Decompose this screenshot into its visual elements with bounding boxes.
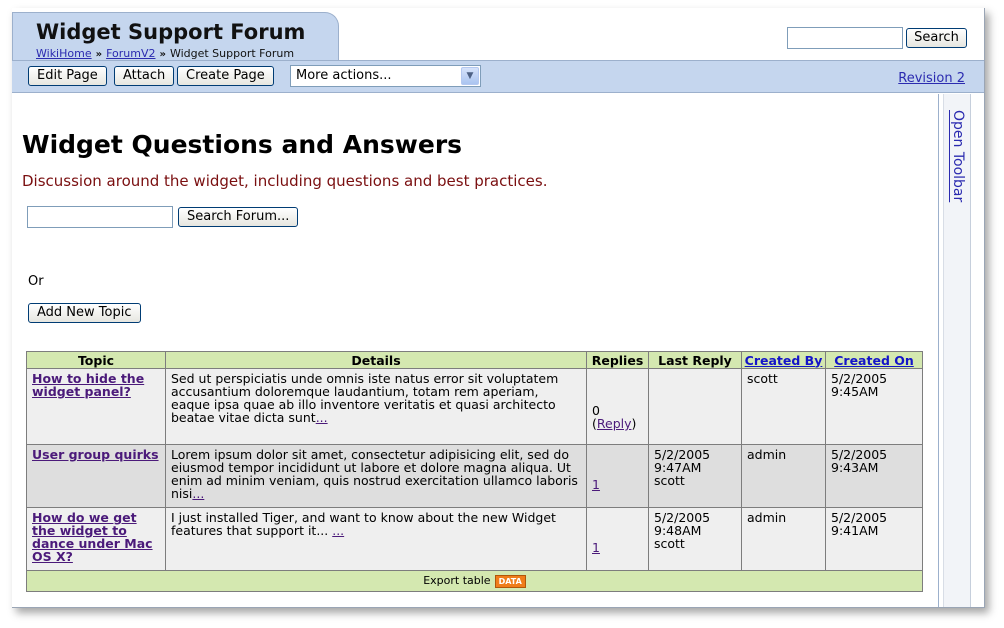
details-text: Lorem ipsum dolor sit amet, consectetur … bbox=[171, 447, 578, 501]
details-cell: Lorem ipsum dolor sit amet, consectetur … bbox=[165, 444, 587, 508]
details-text: I just installed Tiger, and want to know… bbox=[171, 510, 556, 538]
edit-page-button[interactable]: Edit Page bbox=[28, 66, 107, 86]
topic-cell: How to hide the widget panel? bbox=[26, 368, 166, 445]
add-new-topic-button[interactable]: Add New Topic bbox=[28, 303, 141, 323]
sort-created-on-link[interactable]: Created On bbox=[834, 353, 914, 368]
title-tab: Widget Support Forum WikiHome» ForumV2» Wi… bbox=[12, 12, 339, 60]
col-header-replies: Replies bbox=[586, 351, 649, 369]
replies-cell: 1 bbox=[586, 507, 649, 571]
page-toolbar: Edit Page Attach Create Page More action… bbox=[12, 60, 984, 93]
details-cell: I just installed Tiger, and want to know… bbox=[165, 507, 587, 571]
created-by-cell: admin bbox=[741, 444, 826, 508]
created-on-cell: 5/2/2005 9:43AM bbox=[825, 444, 923, 508]
export-label: Export table bbox=[423, 574, 491, 588]
wiki-window: Widget Support Forum WikiHome» ForumV2» Wi… bbox=[12, 8, 985, 608]
col-header-topic: Topic bbox=[26, 351, 166, 369]
more-actions-select[interactable]: More actions... ▼ bbox=[290, 65, 481, 87]
breadcrumb-forumv2[interactable]: ForumV2 bbox=[106, 47, 155, 60]
page-title: Widget Questions and Answers bbox=[22, 130, 463, 159]
topic-link[interactable]: How to hide the widget panel? bbox=[32, 371, 144, 399]
reply-link[interactable]: Reply bbox=[597, 416, 632, 431]
breadcrumb-current: Widget Support Forum bbox=[169, 47, 295, 60]
topic-cell: How do we get the widget to dance under … bbox=[26, 507, 166, 571]
export-cell: Export table DATA bbox=[26, 570, 923, 592]
sort-created-by-link[interactable]: Created By bbox=[745, 353, 823, 368]
site-search-input[interactable] bbox=[787, 27, 903, 49]
details-text: Sed ut perspiciatis unde omnis iste natu… bbox=[171, 371, 559, 425]
data-export-icon[interactable]: DATA bbox=[494, 574, 526, 588]
breadcrumb: WikiHome» ForumV2» Widget Support Forum bbox=[36, 47, 294, 60]
table-row: How do we get the widget to dance under … bbox=[26, 507, 923, 571]
or-label: Or bbox=[28, 274, 44, 289]
replies-cell: 0 (Reply) bbox=[586, 368, 649, 445]
page-description: Discussion around the widget, including … bbox=[22, 172, 548, 190]
forum-search-input[interactable] bbox=[27, 206, 173, 228]
topic-cell: User group quirks bbox=[26, 444, 166, 508]
chevron-down-icon[interactable]: ▼ bbox=[461, 67, 479, 85]
topic-link[interactable]: User group quirks bbox=[32, 447, 159, 462]
replies-cell: 1 bbox=[586, 444, 649, 508]
table-header-row: Topic Details Replies Last Reply Created… bbox=[26, 351, 923, 369]
breadcrumb-separator-icon: » bbox=[159, 49, 166, 60]
open-toolbar-link[interactable]: Open Toolbar bbox=[950, 110, 966, 202]
details-cell: Sed ut perspiciatis unde omnis iste natu… bbox=[165, 368, 587, 445]
table-footer-row: Export table DATA bbox=[26, 570, 923, 592]
main-content: Widget Questions and Answers Discussion … bbox=[12, 94, 938, 607]
more-actions-value: More actions... bbox=[296, 68, 392, 83]
col-header-last-reply: Last Reply bbox=[648, 351, 742, 369]
created-by-cell: scott bbox=[741, 368, 826, 445]
forum-table: Topic Details Replies Last Reply Created… bbox=[26, 351, 923, 592]
last-reply-cell: 5/2/2005 9:47AM scott bbox=[648, 444, 742, 508]
replies-count-link[interactable]: 1 bbox=[592, 540, 600, 555]
search-forum-button[interactable]: Search Forum... bbox=[178, 207, 299, 227]
details-more-link[interactable]: ... bbox=[192, 486, 204, 501]
table-row: How to hide the widget panel? Sed ut per… bbox=[26, 368, 923, 445]
col-header-created-on-cell: Created On bbox=[825, 351, 923, 369]
created-on-cell: 5/2/2005 9:45AM bbox=[825, 368, 923, 445]
breadcrumb-separator-icon: » bbox=[95, 49, 103, 60]
site-title: Widget Support Forum bbox=[36, 20, 306, 44]
revision-link[interactable]: Revision 2 bbox=[898, 71, 965, 86]
col-header-details: Details bbox=[165, 351, 587, 369]
details-more-link[interactable]: ... bbox=[316, 410, 328, 425]
col-header-created-by-cell: Created By bbox=[741, 351, 826, 369]
last-reply-cell: 5/2/2005 9:48AM scott bbox=[648, 507, 742, 571]
attach-button[interactable]: Attach bbox=[114, 66, 175, 86]
last-reply-cell bbox=[648, 368, 742, 445]
breadcrumb-wikihome[interactable]: WikiHome bbox=[36, 47, 92, 60]
create-page-button[interactable]: Create Page bbox=[177, 66, 274, 86]
table-row: User group quirks Lorem ipsum dolor sit … bbox=[26, 444, 923, 508]
site-search-button[interactable]: Search bbox=[906, 28, 967, 48]
details-more-link[interactable]: ... bbox=[332, 523, 344, 538]
topic-link[interactable]: How do we get the widget to dance under … bbox=[32, 510, 153, 564]
replies-count-link[interactable]: 1 bbox=[592, 477, 600, 492]
created-by-cell: admin bbox=[741, 507, 826, 571]
created-on-cell: 5/2/2005 9:41AM bbox=[825, 507, 923, 571]
header: Widget Support Forum WikiHome» ForumV2» Wi… bbox=[12, 8, 984, 60]
